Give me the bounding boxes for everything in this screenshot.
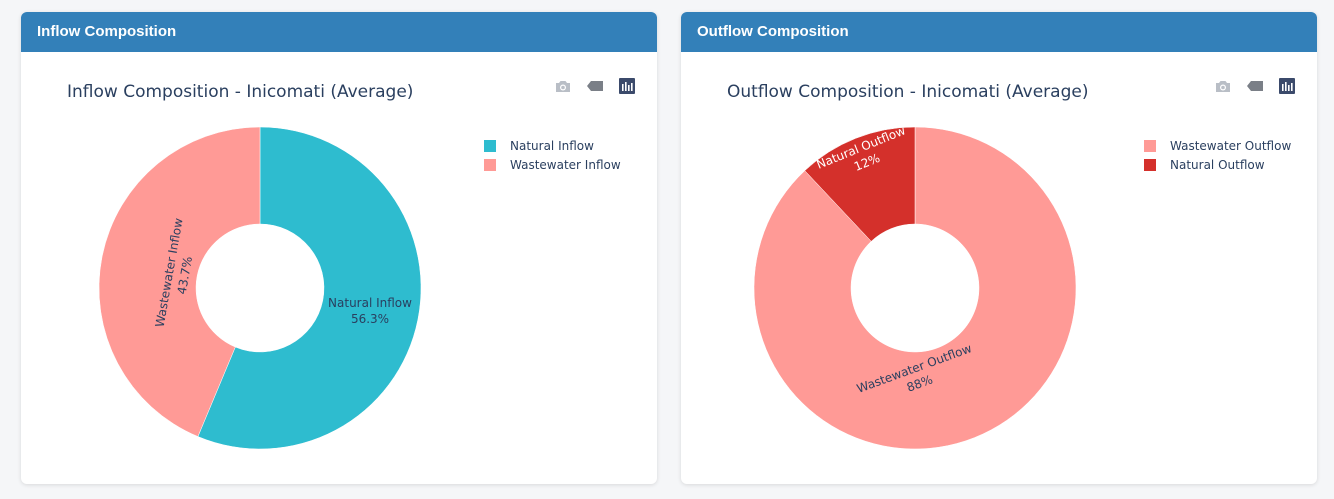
legend-label: Wastewater Inflow (510, 157, 621, 172)
inflow-modebar (554, 77, 636, 95)
outflow-chart-title: Outflow Composition - Inicomati (Average… (727, 82, 1089, 102)
legend-label: Wastewater Outflow (1170, 138, 1292, 153)
outflow-chart-area: Wastewater Outflow 88% Natural Outflow 1… (681, 52, 1317, 484)
inflow-donut-chart: Natural Inflow 56.3% Wastewater Inflow 4… (98, 126, 422, 450)
legend-swatch (1144, 158, 1156, 171)
camera-icon[interactable] (554, 77, 572, 95)
outflow-card-header: Outflow Composition (681, 12, 1317, 52)
outflow-legend: Wastewater Outflow Natural Outflow (1144, 136, 1291, 174)
inflow-legend: Natural Inflow Wastewater Inflow (484, 136, 621, 174)
legend-label: Natural Outflow (1170, 157, 1265, 172)
tag-icon[interactable] (586, 77, 604, 95)
natural-inflow-slice-label: Natural Inflow (328, 296, 412, 310)
outflow-donut-chart: Wastewater Outflow 88% Natural Outflow 1… (753, 123, 1077, 450)
legend-swatch (484, 139, 496, 152)
inflow-chart-title: Inflow Composition - Inicomati (Average) (67, 82, 414, 102)
inflow-card: Inflow Composition Natural Inflow 56.3% … (21, 12, 657, 484)
bar-chart-icon[interactable] (1278, 77, 1296, 95)
outflow-modebar (1214, 77, 1296, 95)
outflow-card: Outflow Composition Wastewater Outflow 8… (681, 12, 1317, 484)
natural-inflow-slice-percent: 56.3% (351, 312, 389, 326)
legend-item-wastewater-outflow[interactable]: Wastewater Outflow (1144, 136, 1291, 155)
camera-icon[interactable] (1214, 77, 1232, 95)
bar-chart-icon[interactable] (618, 77, 636, 95)
inflow-card-header: Inflow Composition (21, 12, 657, 52)
inflow-chart-area: Natural Inflow 56.3% Wastewater Inflow 4… (21, 52, 657, 484)
legend-swatch (484, 158, 496, 171)
legend-item-natural-inflow[interactable]: Natural Inflow (484, 136, 621, 155)
legend-item-wastewater-inflow[interactable]: Wastewater Inflow (484, 155, 621, 174)
legend-swatch (1144, 139, 1156, 152)
legend-item-natural-outflow[interactable]: Natural Outflow (1144, 155, 1291, 174)
tag-icon[interactable] (1246, 77, 1264, 95)
legend-label: Natural Inflow (510, 138, 594, 153)
